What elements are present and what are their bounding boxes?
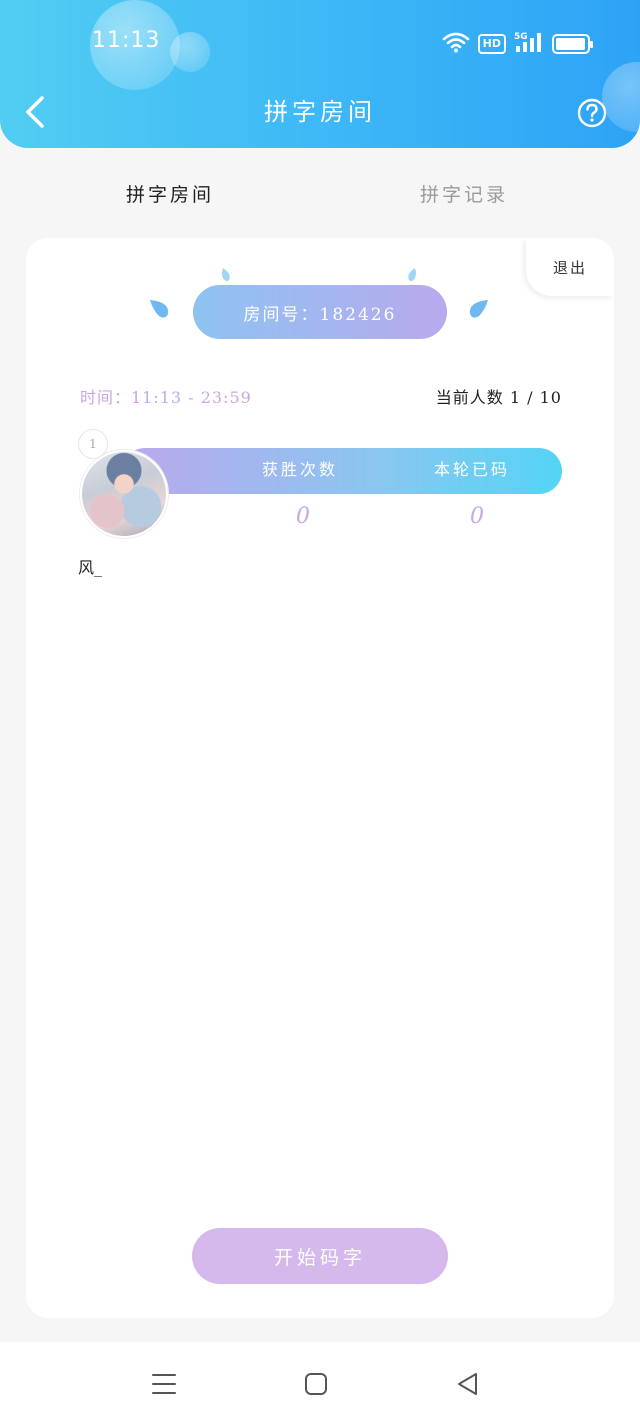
menu-icon <box>152 1374 176 1394</box>
exit-button[interactable]: 退出 <box>526 238 614 296</box>
water-drop-icon <box>150 300 169 318</box>
nav-home-button[interactable] <box>302 1370 330 1398</box>
square-icon <box>305 1373 327 1395</box>
typed-value: 0 <box>470 504 484 529</box>
water-drop-icon <box>408 268 416 282</box>
tab-room[interactable]: 拼字房间 <box>126 180 214 207</box>
question-circle-icon <box>577 98 607 128</box>
tab-records[interactable]: 拼字记录 <box>420 180 508 207</box>
wins-label: 获胜次数 <box>262 460 339 479</box>
decor-bubble <box>170 32 210 72</box>
page-title: 拼字房间 <box>264 98 376 126</box>
wifi-icon <box>442 31 470 57</box>
app-header: 11:13 HD 5G 拼字房间 <box>0 0 640 148</box>
nav-back-button[interactable] <box>454 1370 482 1398</box>
room-time: 时间：11:13 - 23:59 <box>80 388 252 407</box>
player-count: 当前人数 1 / 10 <box>435 388 562 407</box>
hd-badge: HD <box>477 34 506 54</box>
player-name: 风_ <box>78 558 103 577</box>
room-card: 退出 房间号：182426 时间：11:13 - 23:59 当前人数 1 / … <box>26 238 614 1318</box>
water-drop-icon <box>222 268 230 282</box>
status-time: 11:13 <box>92 28 161 53</box>
network-label: 5G <box>514 32 528 42</box>
signal-icon: 5G <box>514 30 544 58</box>
room-number-pill: 房间号：182426 <box>193 285 447 339</box>
typed-label: 本轮已码 <box>434 460 511 479</box>
help-button[interactable] <box>577 98 607 128</box>
status-icons: HD 5G <box>442 30 593 58</box>
wins-value: 0 <box>296 504 310 529</box>
nav-menu-button[interactable] <box>150 1370 178 1398</box>
triangle-back-icon <box>458 1373 477 1395</box>
rank-badge: 1 <box>78 429 108 459</box>
avatar[interactable] <box>80 450 168 538</box>
start-typing-button[interactable]: 开始码字 <box>192 1228 448 1284</box>
battery-icon <box>552 34 593 54</box>
water-drop-icon <box>469 300 488 318</box>
